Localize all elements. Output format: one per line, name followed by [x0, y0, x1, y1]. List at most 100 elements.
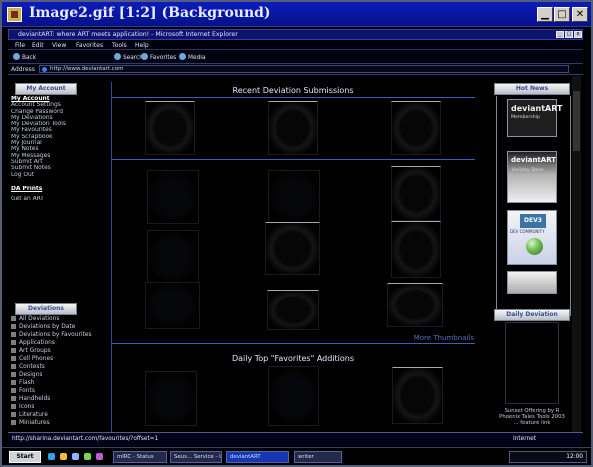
right-panel-right-rule [570, 96, 571, 316]
category-fonts[interactable]: Fonts [11, 387, 77, 395]
desktop-quick-icon[interactable] [72, 453, 79, 460]
maximize-button[interactable]: □ [554, 7, 570, 22]
scrollbar-thumb[interactable] [573, 91, 580, 151]
search-button[interactable]: Search [114, 53, 143, 61]
holiday-store-promo[interactable]: deviantART Holiday Store [507, 151, 557, 203]
taskbar-item-mirc[interactable]: mIRC - Status [113, 451, 167, 463]
my-account-header[interactable]: My Account [15, 83, 77, 95]
browser-close-button[interactable]: x [574, 31, 582, 38]
browser-toolbar: Back Search Favorites Media [8, 50, 583, 64]
category-designs[interactable]: Designs [11, 371, 77, 379]
status-zone: Internet [513, 436, 537, 442]
internet-explorer-quick-icon[interactable] [48, 453, 55, 460]
system-tray: 12:00 [509, 451, 587, 463]
recent-thumbnail-4[interactable] [147, 170, 199, 224]
category-contests[interactable]: Contests [11, 363, 77, 371]
category-all[interactable]: All Deviations [11, 315, 77, 323]
back-button[interactable]: Back [13, 53, 36, 61]
category-handhelds[interactable]: Handhelds [11, 395, 77, 403]
content-left-rule [111, 82, 112, 432]
category-date[interactable]: Deviations by Date [11, 323, 77, 331]
outer-window-title: Image2.gif [1:2] (Background) [29, 5, 271, 21]
dev3-promo[interactable]: DEV3 DEV COMMUNITY [507, 210, 557, 265]
prints-subtitle[interactable]: Get an ART [11, 196, 73, 202]
dev3-logo: DEV3 [520, 214, 546, 228]
daily-favorites-title: Daily Top "Favorites" Additions [231, 354, 355, 363]
category-miniatures[interactable]: Miniatures [11, 419, 77, 427]
media-button[interactable]: Media [179, 53, 205, 61]
category-literature[interactable]: Literature [11, 411, 77, 419]
thumbnail-row-rule [111, 159, 475, 160]
recent-thumbnail-9[interactable] [391, 221, 441, 278]
recent-thumbnail-5[interactable] [268, 170, 320, 224]
right-panel-left-rule [496, 96, 497, 316]
favorites-icon [141, 53, 148, 60]
taskbar-item-deviantart[interactable]: deviantART [226, 451, 289, 463]
browser-menu-bar: File Edit View Favorites Tools Help [8, 41, 583, 50]
browser-maximize-button[interactable]: □ [565, 31, 573, 38]
membership-promo-logo: deviantART [511, 104, 563, 113]
recent-thumbnail-1[interactable] [145, 101, 195, 155]
recent-thumbnail-10[interactable] [145, 282, 200, 329]
windows-taskbar: Start mIRC - Status Seus... Service - U.… [2, 447, 591, 465]
start-button[interactable]: Start [9, 451, 41, 463]
taskbar-item-writer[interactable]: writer [294, 451, 342, 463]
browser-title-bar[interactable]: deviantART: where ART meets application!… [8, 29, 583, 40]
category-flash[interactable]: Flash [11, 379, 77, 387]
browser-status-bar: http://sharina.deviantart.com/favourites… [8, 432, 583, 446]
daily-deviation-header[interactable]: Daily Deviation [494, 309, 570, 321]
favorites-section-rule [111, 343, 475, 344]
recent-thumbnail-3[interactable] [391, 101, 441, 155]
media-label: Media [188, 55, 206, 61]
favorites-label: Favorites [150, 55, 177, 61]
recent-thumbnail-11[interactable] [267, 290, 319, 330]
membership-promo[interactable]: deviantART Membership [507, 99, 562, 137]
daily-deviation-thumbnail[interactable] [505, 322, 559, 404]
clock: 12:00 [566, 454, 583, 460]
menu-file[interactable]: File [15, 42, 25, 49]
minimize-button[interactable]: ▁ [537, 7, 553, 22]
taskbar-item-service[interactable]: Seus... Service - U. [170, 451, 222, 463]
menu-edit[interactable]: Edit [32, 42, 44, 49]
dev3-subtitle: DEV COMMUNITY [510, 229, 545, 234]
hot-news-header[interactable]: Hot News [494, 83, 570, 95]
recent-deviations-title: Recent Deviation Submissions [232, 86, 354, 95]
recent-thumbnail-6[interactable] [391, 166, 441, 221]
menu-view[interactable]: View [52, 42, 66, 49]
category-applications[interactable]: Applications [11, 339, 77, 347]
holiday-store-subtitle: Holiday Store [512, 168, 544, 173]
recent-thumbnail-7[interactable] [147, 230, 199, 284]
menu-favorites[interactable]: Favorites [76, 42, 103, 49]
recent-thumbnail-8[interactable] [265, 222, 320, 275]
holiday-store-logo: deviantART [511, 156, 557, 164]
application-quick-icon[interactable] [96, 453, 103, 460]
category-favourites[interactable]: Deviations by Favourites [11, 331, 92, 339]
media-quick-icon[interactable] [84, 453, 91, 460]
more-thumbnails-link[interactable]: More Thumbnails [404, 334, 474, 342]
small-promo[interactable] [507, 271, 557, 294]
browser-minimize-button[interactable]: _ [556, 31, 564, 38]
menu-help[interactable]: Help [135, 42, 149, 49]
account-links: My Account Account Settings Change Passw… [11, 96, 73, 202]
recent-section-rule [111, 97, 475, 98]
favorite-thumbnail-3[interactable] [392, 367, 443, 424]
membership-promo-subtitle: Membership [511, 115, 540, 120]
deviations-header[interactable]: Deviations [15, 303, 77, 315]
favorites-button[interactable]: Favorites [141, 53, 176, 61]
category-art-groups[interactable]: Art Groups [11, 347, 77, 355]
folder-quick-icon[interactable] [60, 453, 67, 460]
address-input[interactable]: http://www.deviantart.com [39, 65, 569, 73]
favorite-thumbnail-2[interactable] [268, 366, 319, 426]
favorite-thumbnail-1[interactable] [145, 371, 197, 426]
recent-thumbnail-2[interactable] [268, 101, 318, 155]
globe-icon [526, 238, 543, 255]
menu-tools[interactable]: Tools [112, 42, 127, 49]
outer-window-title-bar[interactable]: Image2.gif [1:2] (Background) ▁ □ ✕ [2, 2, 591, 27]
back-arrow-icon [13, 53, 20, 60]
category-icons[interactable]: Icons [11, 403, 77, 411]
recent-thumbnail-12[interactable] [387, 283, 443, 327]
search-icon [114, 53, 121, 60]
category-cell-phones[interactable]: Cell Phones [11, 355, 77, 363]
daily-deviation-caption[interactable]: Sunset Offering by R Phoenix Tales Tools… [496, 408, 568, 426]
close-button[interactable]: ✕ [572, 7, 588, 22]
